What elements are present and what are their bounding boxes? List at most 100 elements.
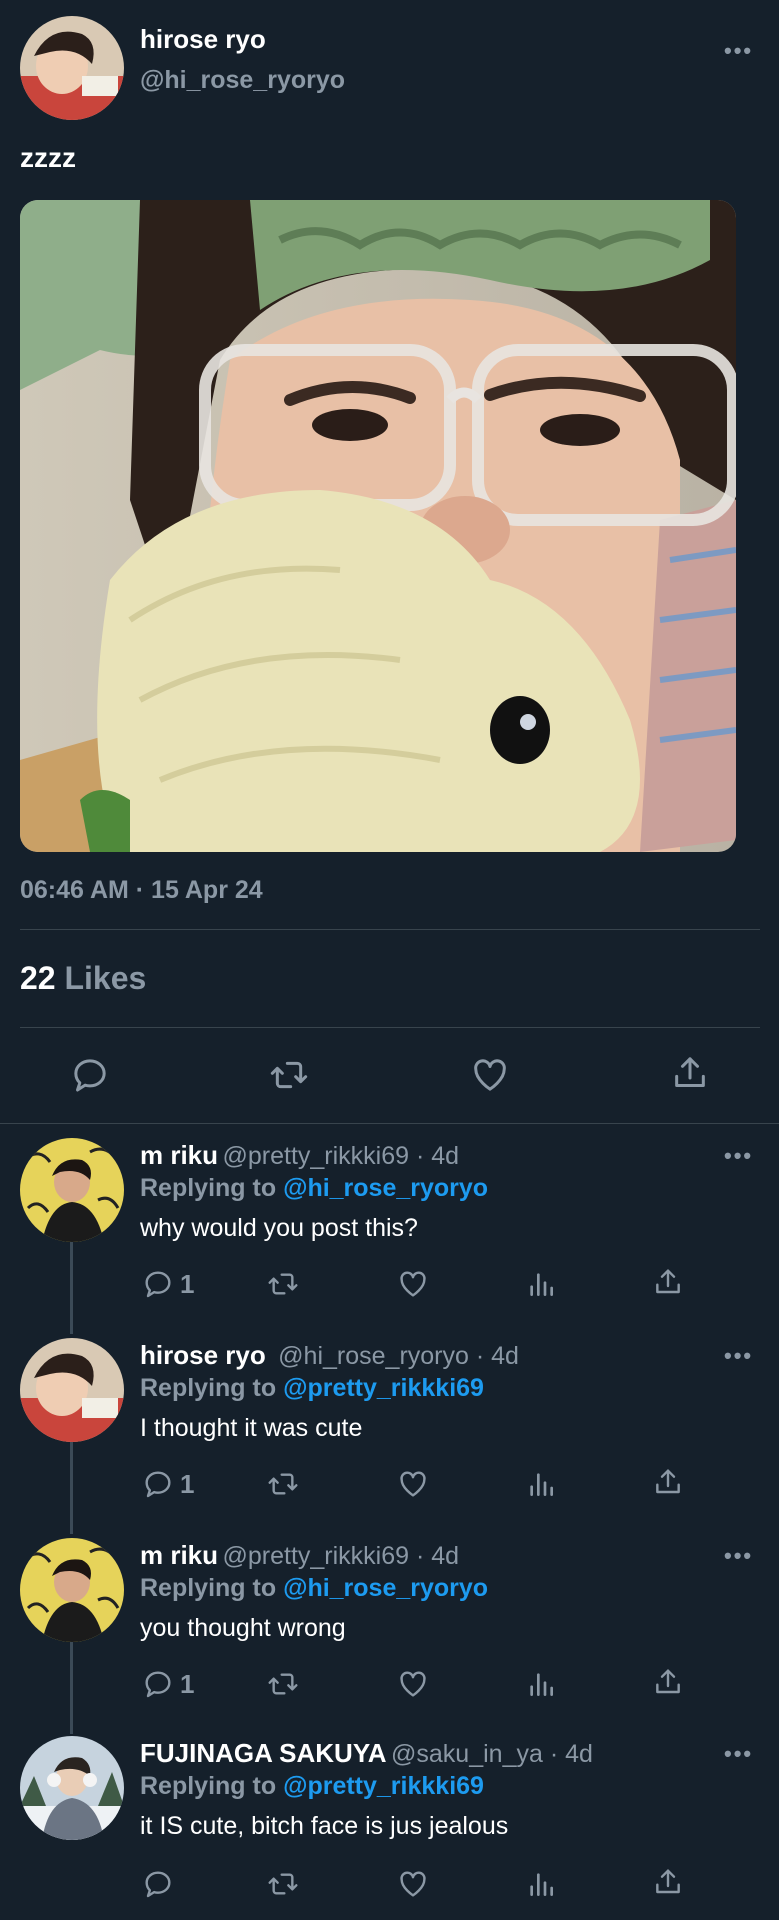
- views-icon: [530, 1273, 553, 1296]
- tweet-timestamp[interactable]: 06:46 AM · 15 Apr 24: [20, 876, 263, 905]
- more-icon[interactable]: •••: [724, 1143, 753, 1169]
- replying-to: Replying to @hi_rose_ryoryo: [140, 1174, 488, 1203]
- reply-count: 1: [180, 1268, 195, 1299]
- tweet-text: zzzz: [20, 142, 76, 173]
- avatar[interactable]: [20, 1138, 124, 1242]
- tweet-photo[interactable]: [20, 200, 736, 852]
- more-icon[interactable]: •••: [724, 1343, 753, 1369]
- views-icon: [530, 1873, 553, 1896]
- thread-line: [70, 1242, 73, 1334]
- avatar[interactable]: [20, 16, 124, 120]
- reply-text: why would you post this?: [140, 1214, 418, 1242]
- share-icon: [656, 1869, 680, 1894]
- replying-to: Replying to @pretty_rikkki69: [140, 1374, 484, 1403]
- reply-author-name[interactable]: FUJINAGA SAKUYA: [140, 1738, 387, 1768]
- retweet-icon: [268, 1873, 298, 1895]
- like-icon: [400, 1671, 426, 1697]
- retweet-icon: [268, 1473, 298, 1495]
- likes-label: Likes: [64, 960, 147, 996]
- reply-text: I thought it was cute: [140, 1414, 363, 1442]
- replying-to-label: Replying to: [140, 1174, 277, 1202]
- reply-header: m riku @pretty_rikkki69 · 4d: [140, 1540, 459, 1571]
- divider: [20, 1027, 760, 1028]
- share-button[interactable]: [652, 1466, 684, 1498]
- reply-author-meta[interactable]: @pretty_rikkki69 · 4d: [222, 1142, 459, 1170]
- views-button[interactable]: [525, 1668, 557, 1700]
- more-icon[interactable]: •••: [724, 38, 753, 64]
- replying-to-handle[interactable]: @hi_rose_ryoryo: [283, 1574, 488, 1602]
- retweet-button[interactable]: [266, 1668, 300, 1700]
- share-icon: [656, 1669, 680, 1694]
- like-icon: [400, 1271, 426, 1297]
- reply-icon: [145, 1271, 171, 1298]
- reply-icon: [145, 1871, 171, 1898]
- views-icon: [530, 1673, 553, 1696]
- retweet-button[interactable]: [266, 1268, 300, 1300]
- like-button[interactable]: [397, 1868, 429, 1900]
- share-icon: [656, 1269, 680, 1294]
- author-name[interactable]: hirose ryo: [140, 24, 266, 55]
- reply-author-name[interactable]: hirose ryo: [140, 1340, 266, 1370]
- like-button[interactable]: [397, 1268, 429, 1300]
- retweet-button[interactable]: [266, 1468, 300, 1500]
- like-button[interactable]: [397, 1468, 429, 1500]
- likes-count: 22: [20, 960, 56, 996]
- avatar[interactable]: [20, 1736, 124, 1840]
- share-button[interactable]: [652, 1866, 684, 1898]
- more-icon[interactable]: •••: [724, 1741, 753, 1767]
- reply-header: m riku @pretty_rikkki69 · 4d: [140, 1140, 459, 1171]
- reply-button[interactable]: [142, 1868, 180, 1900]
- reply-count: 1: [180, 1468, 195, 1499]
- reply-text: you thought wrong: [140, 1614, 346, 1642]
- thread-line: [70, 1442, 73, 1534]
- share-button[interactable]: [652, 1266, 684, 1298]
- reply-author-name[interactable]: m riku: [140, 1140, 218, 1170]
- retweet-button[interactable]: [266, 1868, 300, 1900]
- like-icon: [474, 1059, 506, 1091]
- reply-author-meta[interactable]: @hi_rose_ryoryo · 4d: [278, 1342, 519, 1370]
- reply-icon: [74, 1059, 106, 1092]
- reply-icon: [145, 1671, 171, 1698]
- views-button[interactable]: [525, 1468, 557, 1500]
- replying-to-label: Replying to: [140, 1574, 277, 1602]
- reply-header: hirose ryo @hi_rose_ryoryo · 4d: [140, 1340, 519, 1371]
- reply-count: 1: [180, 1668, 195, 1699]
- reply-icon: [145, 1471, 171, 1498]
- reply-button[interactable]: 1: [142, 1668, 194, 1700]
- retweet-icon: [268, 1673, 298, 1695]
- replying-to-label: Replying to: [140, 1374, 277, 1402]
- replying-to-handle[interactable]: @hi_rose_ryoryo: [283, 1174, 488, 1202]
- share-icon: [675, 1057, 705, 1087]
- reply-author-name[interactable]: m riku: [140, 1540, 218, 1570]
- views-button[interactable]: [525, 1868, 557, 1900]
- reply-text: it IS cute, bitch face is jus jealous: [140, 1812, 509, 1840]
- avatar[interactable]: [20, 1338, 124, 1442]
- retweet-button[interactable]: [268, 1055, 310, 1095]
- like-icon: [400, 1471, 426, 1497]
- divider: [20, 929, 760, 930]
- share-icon: [656, 1469, 680, 1494]
- share-button[interactable]: [652, 1666, 684, 1698]
- replying-to-handle[interactable]: @pretty_rikkki69: [283, 1374, 484, 1402]
- reply-author-meta[interactable]: @saku_in_ya · 4d: [391, 1740, 593, 1768]
- divider: [0, 1123, 779, 1124]
- views-icon: [530, 1473, 553, 1496]
- share-button[interactable]: [670, 1053, 710, 1093]
- replying-to: Replying to @pretty_rikkki69: [140, 1772, 484, 1801]
- reply-author-meta[interactable]: @pretty_rikkki69 · 4d: [222, 1542, 459, 1570]
- more-icon[interactable]: •••: [724, 1543, 753, 1569]
- like-button[interactable]: [470, 1055, 510, 1095]
- views-button[interactable]: [525, 1268, 557, 1300]
- retweet-icon: [270, 1061, 308, 1089]
- reply-button[interactable]: 1: [142, 1268, 194, 1300]
- author-handle[interactable]: @hi_rose_ryoryo: [140, 66, 345, 95]
- thread-line: [70, 1642, 73, 1734]
- likes-stat[interactable]: 22 Likes: [20, 960, 146, 997]
- like-button[interactable]: [397, 1668, 429, 1700]
- replying-to-handle[interactable]: @pretty_rikkki69: [283, 1772, 484, 1800]
- retweet-icon: [268, 1273, 298, 1295]
- avatar[interactable]: [20, 1538, 124, 1642]
- reply-button[interactable]: [70, 1055, 110, 1095]
- reply-button[interactable]: 1: [142, 1468, 194, 1500]
- replying-to: Replying to @hi_rose_ryoryo: [140, 1574, 488, 1603]
